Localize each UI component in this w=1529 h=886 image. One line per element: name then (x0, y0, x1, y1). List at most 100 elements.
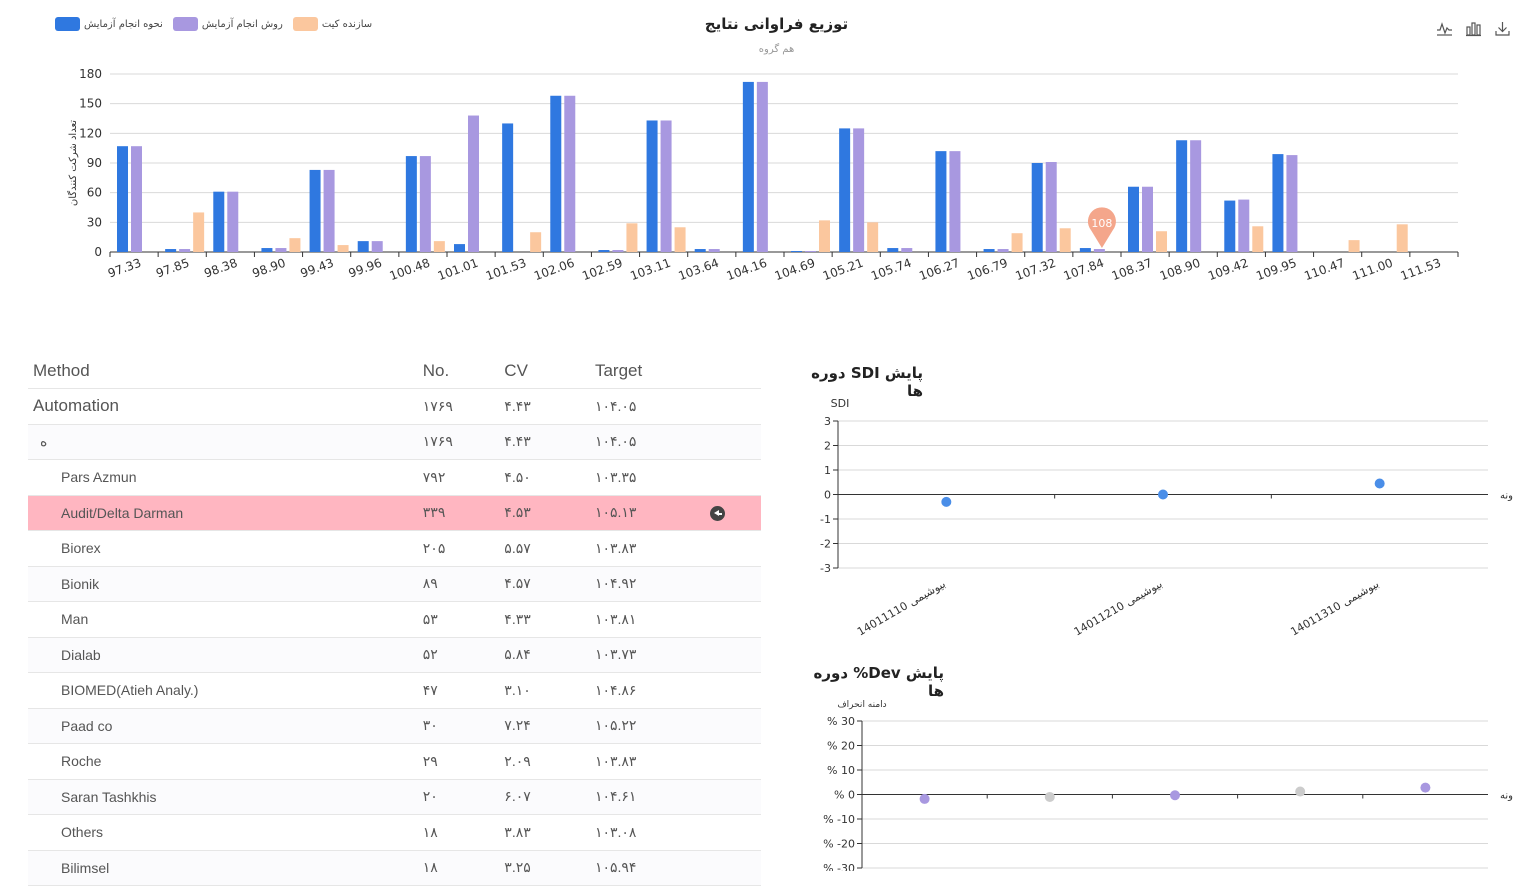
table-row[interactable]: Man ۵۳ ۴.۳۳ ۱۰۳.۸۱ (28, 601, 761, 638)
bar (901, 248, 913, 252)
header-no[interactable]: No. (422, 353, 505, 389)
cell-method: Roche (28, 743, 423, 780)
cell-no: ۱۷۶۹ (422, 388, 505, 425)
y-tick-label: 3 (824, 415, 831, 428)
cell-no: ۱۸ (422, 850, 505, 886)
cell-target: ۱۰۴.۰۵ (594, 388, 711, 425)
cell-method-text: ه (40, 433, 48, 450)
bar (694, 249, 706, 252)
cell-action (710, 708, 761, 744)
cell-action (710, 637, 761, 673)
bar (1011, 233, 1023, 252)
bar (612, 250, 624, 252)
table-row[interactable]: Saran Tashkhis ۲۰ ۶.۰۷ ۱۰۴.۶۱ (28, 779, 761, 815)
x-tick-label: 100.48 (388, 256, 432, 284)
cell-no: ۸۹ (422, 566, 505, 602)
table-row[interactable]: Automation ۱۷۶۹ ۴.۴۳ ۱۰۴.۰۵ (28, 388, 761, 425)
y-tick-label: % 10 (827, 764, 855, 777)
bar (405, 156, 417, 252)
bar (323, 169, 335, 252)
bar (261, 248, 273, 252)
table-row[interactable]: Bionik ۸۹ ۴.۵۷ ۱۰۴.۹۲ (28, 566, 761, 602)
x-tick-label: 107.32 (1013, 256, 1057, 284)
bar (419, 156, 431, 252)
side-label: ونه (1500, 491, 1513, 502)
y-tick-label: % -30 (823, 862, 855, 871)
back-arrow-icon[interactable] (710, 506, 726, 522)
data-point (1420, 782, 1431, 793)
cell-method: Bionik (28, 566, 423, 602)
y-axis-label: تعداد شرکت کنندگان (67, 120, 79, 206)
x-tick-label: 108.37 (1110, 256, 1154, 284)
cell-method: Audit/Delta Darman (28, 495, 423, 531)
data-point (1295, 786, 1306, 797)
table-row[interactable]: Others ۱۸ ۳.۸۳ ۱۰۳.۰۸ (28, 814, 761, 851)
y-axis-label: دامنه انحراف (837, 700, 886, 710)
bar (997, 249, 1009, 252)
table-row[interactable]: Paad co ۳۰ ۷.۲۴ ۱۰۵.۲۲ (28, 708, 761, 744)
cell-target: ۱۰۵.۱۳ (594, 495, 711, 531)
y-tick-label: 180 (79, 67, 102, 81)
y-tick-label: 2 (824, 440, 831, 453)
cell-cv: ۳.۸۳ (504, 814, 595, 851)
bar (433, 241, 445, 252)
bar (1031, 163, 1043, 252)
cell-cv: ۵.۸۴ (504, 637, 595, 673)
bar (626, 223, 638, 252)
bar (454, 244, 465, 252)
cell-method: Bilimsel (28, 850, 423, 886)
bar (949, 151, 961, 252)
bar (357, 241, 369, 252)
cell-action (710, 743, 761, 780)
x-tick-label: 104.16 (725, 256, 769, 284)
cell-cv: ۶.۰۷ (504, 779, 595, 815)
cell-cv: ۴.۴۳ (504, 388, 595, 425)
bar (289, 238, 301, 252)
bar (1396, 224, 1408, 252)
cell-target: ۱۰۳.۰۸ (594, 814, 711, 851)
table-row[interactable]: Dialab ۵۲ ۵.۸۴ ۱۰۳.۷۳ (28, 637, 761, 673)
cell-no: ۲۰۵ (422, 530, 505, 567)
cell-method: Others (28, 814, 423, 851)
bar (530, 232, 542, 252)
table-row[interactable]: Bilimsel ۱۸ ۳.۲۵ ۱۰۵.۹۴ (28, 850, 761, 886)
bar (1176, 140, 1188, 252)
y-tick-label: % 20 (827, 740, 855, 753)
cell-no: ۳۳۹ (422, 495, 505, 531)
header-method[interactable]: Method (28, 353, 423, 389)
bar (791, 251, 802, 252)
bar (742, 81, 754, 253)
bar (1272, 154, 1284, 252)
cell-action (710, 779, 761, 815)
frequency-bar-chart: 0 30 60 90 120 150 180 تعداد شرکت کنندگان 97.33 9… (67, 67, 1459, 284)
bar (309, 169, 321, 252)
cell-cv: ۲.۰۹ (504, 743, 595, 780)
table-row[interactable]: Pars Azmun ۷۹۲ ۴.۵۰ ۱۰۳.۳۵ (28, 459, 761, 496)
cell-target: ۱۰۳.۸۳ (594, 530, 711, 567)
y-tick-label: 0 (824, 489, 831, 502)
header-cv[interactable]: CV (504, 353, 595, 389)
methods-table: Method No. CV Target Automation ۱۷۶۹ ۴.۴… (28, 353, 761, 886)
cell-action (710, 850, 761, 886)
cell-no: ۵۲ (422, 637, 505, 673)
cell-no: ۱۷۶۹ (422, 424, 505, 460)
cell-action (710, 672, 761, 709)
data-point (1158, 489, 1168, 500)
table-row[interactable]: BIOMED(Atieh Analy.) ۴۷ ۳.۱۰ ۱۰۴.۸۶ (28, 672, 761, 709)
bar (1093, 249, 1105, 252)
table-row[interactable]: Roche ۲۹ ۲.۰۹ ۱۰۳.۸۳ (28, 743, 761, 780)
bar (674, 227, 686, 252)
cell-method: Automation (28, 388, 423, 425)
x-tick-label: 14011110 بیوشیمی (855, 577, 948, 638)
table-row[interactable]: ه ۱۷۶۹ ۴.۴۳ ۱۰۴.۰۵ (28, 424, 761, 460)
y-tick-label: % -20 (823, 838, 855, 851)
y-tick-label: -2 (820, 538, 831, 551)
cell-cv: ۴.۵۳ (504, 495, 595, 531)
header-target[interactable]: Target (594, 353, 711, 389)
table-row[interactable]: Biorex ۲۰۵ ۵.۵۷ ۱۰۳.۸۳ (28, 530, 761, 567)
bar (179, 249, 191, 252)
x-tick-label: 97.85 (154, 256, 191, 281)
table-row-selected[interactable]: Audit/Delta Darman ۳۳۹ ۴.۵۳ ۱۰۵.۱۳ (28, 495, 761, 531)
bar (165, 249, 177, 252)
x-tick-label: 14011210 بیوشیمی (1072, 577, 1165, 638)
